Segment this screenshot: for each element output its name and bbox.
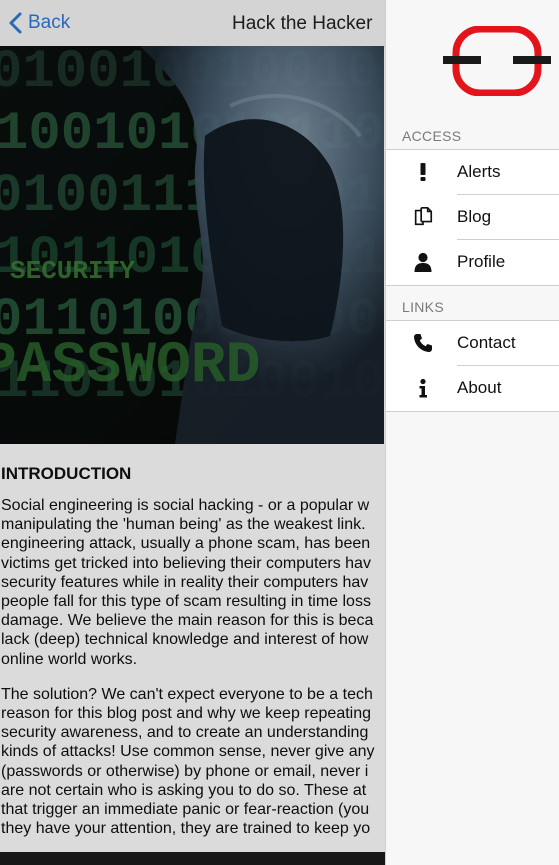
menu-item-blog[interactable]: Blog	[386, 195, 559, 240]
article-line: Social engineering is social hacking - o…	[1, 497, 370, 514]
section-header-links: LINKS	[402, 299, 444, 315]
menu-item-label: Blog	[457, 207, 492, 226]
article-line: that trigger an immediate panic or fear-…	[1, 801, 370, 819]
menu-item-profile[interactable]: Profile	[386, 240, 559, 285]
article-line: kinds of attacks! Use common sense, neve…	[1, 743, 375, 761]
back-label: Back	[28, 12, 71, 33]
back-button[interactable]: Back	[8, 10, 70, 36]
person-icon	[412, 251, 434, 273]
menu-item-label: About	[457, 378, 502, 397]
article-line: they have your attention, they are train…	[1, 820, 371, 838]
page-title: Hack the Hacker	[232, 13, 373, 34]
brand-logo	[442, 26, 552, 96]
article-line: reason for this blog post and why we kee…	[1, 705, 372, 723]
article-line: (passwords or otherwise) by phone or ema…	[1, 762, 369, 780]
menu-item-label: Profile	[457, 252, 506, 271]
article-line: The solution? We can't expect everyone t…	[1, 685, 373, 703]
overlay-word: PASSWORD	[0, 334, 260, 399]
menu-group-access: Alerts Blog Profile	[386, 149, 559, 286]
menu-item-about[interactable]: About	[386, 366, 559, 411]
menu-item-alerts[interactable]: Alerts	[386, 150, 559, 195]
article-line: manipulating the 'human being' as the we…	[1, 516, 366, 534]
overlay-word: SECURITY	[10, 256, 135, 286]
chevron-left-icon	[9, 12, 22, 34]
hero-image: 0100100100101001101001010100101010110100…	[0, 46, 384, 444]
side-drawer: ACCESS Alerts Blog Profile LINKS Contact…	[385, 0, 559, 865]
article-line: people fall for this type of scam result…	[1, 593, 371, 611]
article-line: engineering attack, usually a phone scam…	[1, 535, 371, 553]
article-line: victims get tricked into believing their…	[1, 554, 371, 572]
article-line: online world works.	[1, 650, 138, 668]
section-header-access: ACCESS	[402, 128, 462, 144]
menu-group-links: Contact About	[386, 320, 559, 412]
article-line: lack (deep) technical knowledge and inte…	[1, 631, 369, 649]
article-line: are not certain who is asking you to do …	[1, 781, 367, 799]
menu-item-label: Alerts	[457, 162, 501, 181]
menu-item-contact[interactable]: Contact	[386, 321, 559, 366]
info-icon	[412, 377, 434, 399]
menu-item-label: Contact	[457, 333, 516, 352]
exclamation-icon	[412, 161, 434, 183]
article-line: damage. We believe the main reason for t…	[1, 612, 374, 630]
phone-icon	[412, 332, 434, 354]
article-line: security features while in reality their…	[1, 573, 369, 591]
article-line: security awareness, and to create an und…	[1, 724, 369, 742]
documents-icon	[412, 206, 434, 228]
